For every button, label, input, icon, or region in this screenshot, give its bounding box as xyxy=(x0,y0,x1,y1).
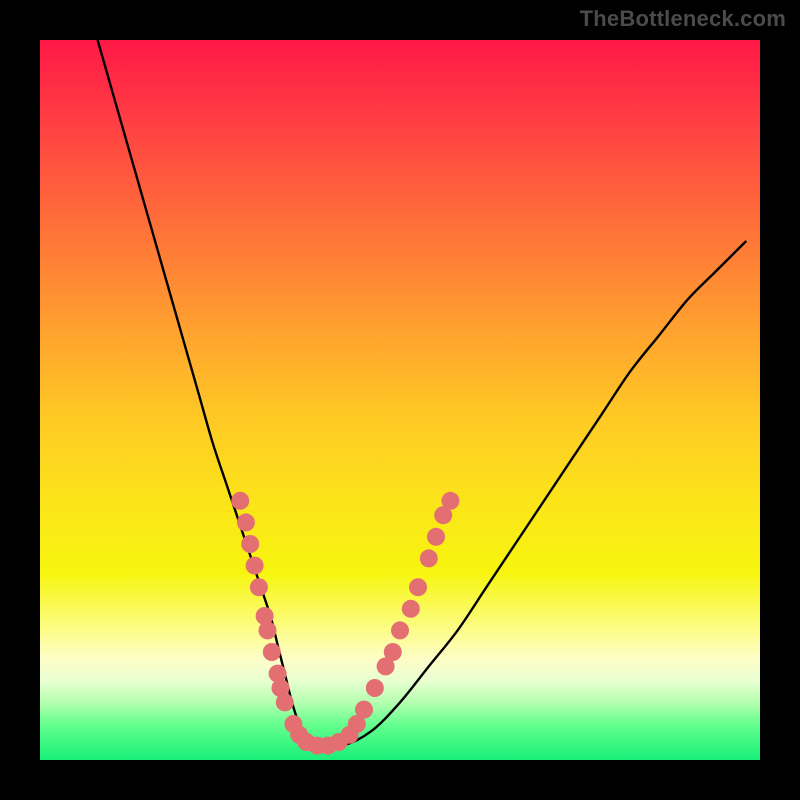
curve-marker xyxy=(366,679,384,697)
bottleneck-curve xyxy=(98,40,746,747)
curve-marker xyxy=(420,549,438,567)
curve-marker xyxy=(276,693,294,711)
curve-marker xyxy=(402,600,420,618)
chart-svg xyxy=(40,40,760,760)
curve-marker xyxy=(250,578,268,596)
curve-marker xyxy=(384,643,402,661)
plot-area xyxy=(40,40,760,760)
curve-marker xyxy=(263,643,281,661)
curve-marker xyxy=(237,513,255,531)
curve-marker xyxy=(241,535,259,553)
curve-marker xyxy=(246,557,264,575)
curve-marker xyxy=(259,621,277,639)
watermark-text: TheBottleneck.com xyxy=(580,6,786,32)
curve-marker xyxy=(391,621,409,639)
curve-marker xyxy=(231,492,249,510)
chart-frame: TheBottleneck.com xyxy=(0,0,800,800)
curve-marker xyxy=(355,701,373,719)
curve-marker xyxy=(441,492,459,510)
curve-path xyxy=(98,40,746,747)
curve-marker xyxy=(409,578,427,596)
curve-marker xyxy=(427,528,445,546)
curve-markers xyxy=(231,492,459,755)
